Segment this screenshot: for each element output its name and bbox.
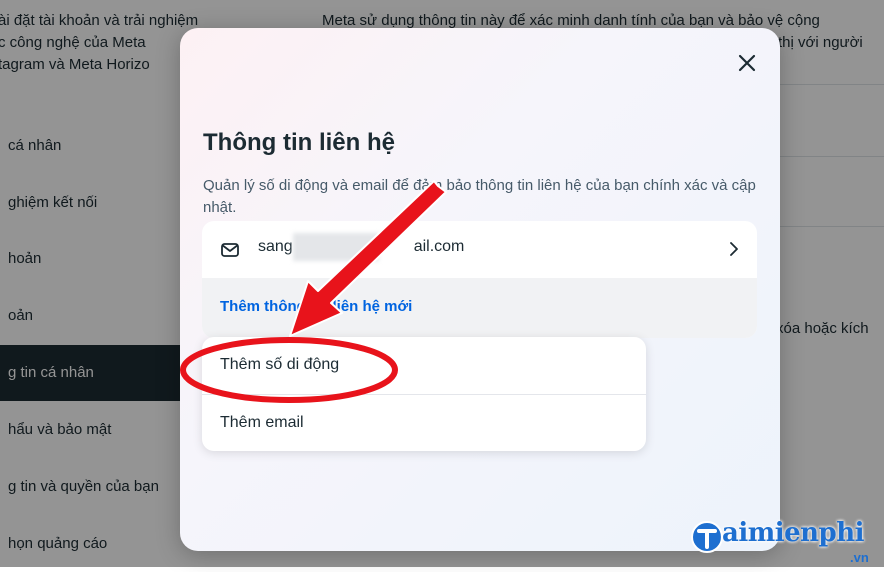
add-email-label: Thêm email xyxy=(220,414,304,431)
email-contact-row[interactable]: sang ail.com xyxy=(202,221,757,278)
add-phone-menu-item[interactable]: Thêm số di động xyxy=(202,337,646,394)
site-watermark: aimienphi .vn xyxy=(690,512,884,567)
dialog-description: Quản lý số di động và email để đảm bảo t… xyxy=(203,177,756,216)
watermark-logo-icon xyxy=(691,521,723,553)
close-button[interactable] xyxy=(732,48,762,78)
email-prefix: sang xyxy=(258,238,293,255)
watermark-text: aimienphi xyxy=(722,518,865,548)
chevron-right-icon xyxy=(730,242,738,256)
add-email-menu-item[interactable]: Thêm email xyxy=(202,395,646,452)
contact-info-dialog: Thông tin liên hệ Quản lý số di động và … xyxy=(180,28,780,551)
add-phone-label: Thêm số di động xyxy=(220,356,340,373)
add-contact-link[interactable]: Thêm thông tin liên hệ mới xyxy=(220,298,412,315)
mail-icon xyxy=(221,243,239,257)
close-icon xyxy=(738,54,756,72)
email-suffix: ail.com xyxy=(413,238,465,255)
redaction-blur xyxy=(293,233,379,261)
add-contact-row[interactable]: Thêm thông tin liên hệ mới xyxy=(202,278,757,338)
add-contact-menu: Thêm số di động Thêm email xyxy=(202,337,646,451)
dialog-title: Thông tin liên hệ xyxy=(203,129,395,156)
watermark-suffix: .vn xyxy=(850,550,869,565)
contact-card: sang ail.com Thêm thông tin liên hệ mới xyxy=(202,221,757,338)
